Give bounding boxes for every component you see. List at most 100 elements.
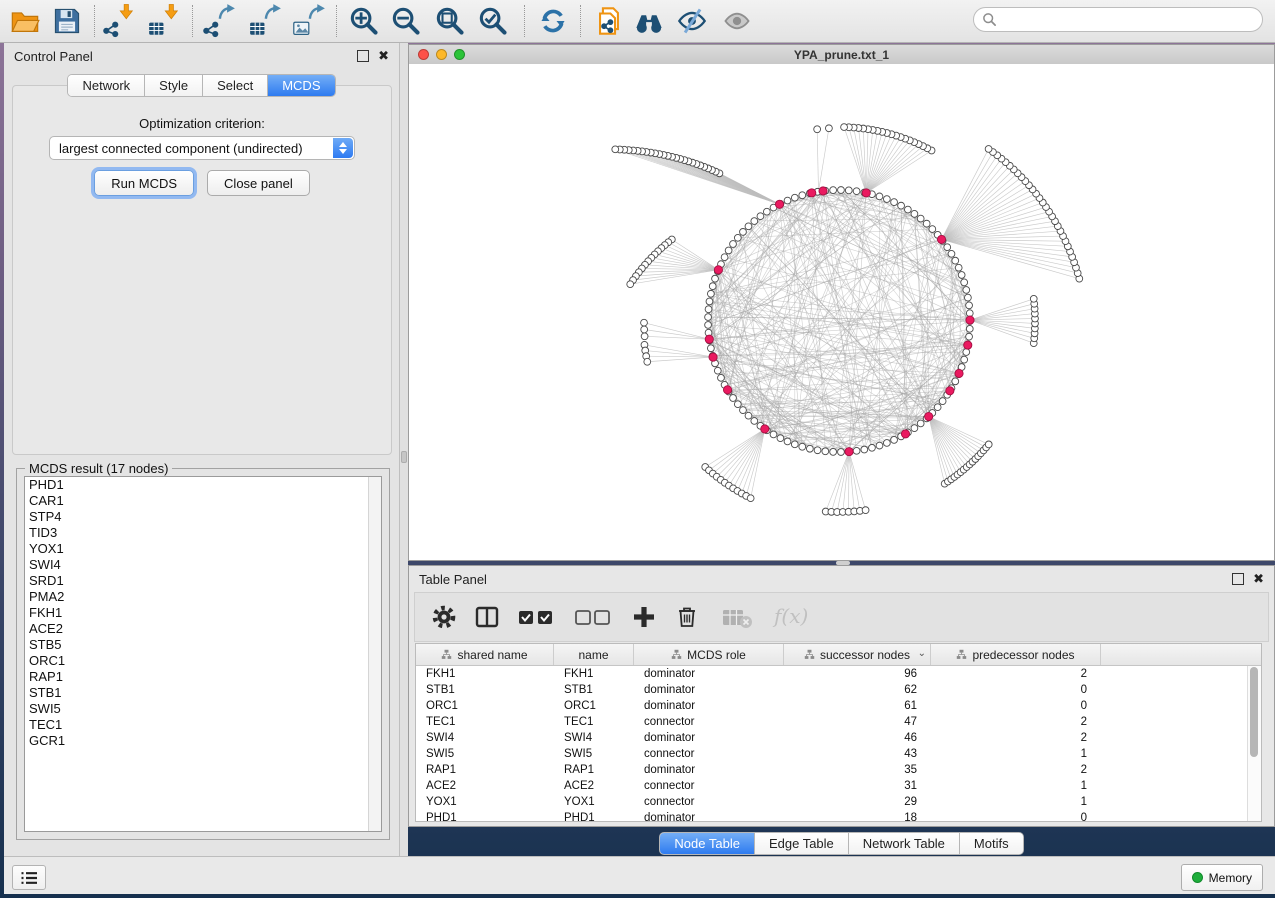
maximize-traffic-light[interactable] xyxy=(454,49,465,60)
zoom-fit-button[interactable] xyxy=(435,6,465,36)
zoom-out-button[interactable] xyxy=(391,6,421,36)
mcds-result-item[interactable]: SWI4 xyxy=(25,557,381,573)
mcds-result-group: MCDS result (17 nodes) PHD1CAR1STP4TID3Y… xyxy=(16,468,390,840)
mcds-result-title: MCDS result (17 nodes) xyxy=(25,461,172,476)
cell-shared_name: RAP1 xyxy=(416,764,554,776)
tab-select[interactable]: Select xyxy=(203,75,268,96)
toolbar-separator xyxy=(580,5,581,37)
mcds-result-item[interactable]: SRD1 xyxy=(25,573,381,589)
run-mcds-button[interactable]: Run MCDS xyxy=(94,170,194,196)
column-header-predecessor-nodes[interactable]: predecessor nodes xyxy=(931,644,1101,665)
cell-shared_name: ORC1 xyxy=(416,700,554,712)
hide-selected-button[interactable] xyxy=(677,6,707,36)
delete-row-button[interactable] xyxy=(674,604,700,630)
mcds-list-scrollbar[interactable] xyxy=(368,477,381,831)
mcds-result-item[interactable]: ORC1 xyxy=(25,653,381,669)
attribute-icon xyxy=(671,649,682,660)
mcds-result-item[interactable]: GCR1 xyxy=(25,733,381,749)
table-row[interactable]: STB1STB1dominator620 xyxy=(416,682,1261,698)
tab-motifs[interactable]: Motifs xyxy=(960,833,1023,854)
vertical-splitter[interactable] xyxy=(400,43,408,856)
cell-successor_nodes: 46 xyxy=(784,732,931,744)
mcds-result-item[interactable]: SWI5 xyxy=(25,701,381,717)
mcds-result-item[interactable]: RAP1 xyxy=(25,669,381,685)
task-history-button[interactable] xyxy=(12,865,46,890)
mcds-result-list[interactable]: PHD1CAR1STP4TID3YOX1SWI4SRD1PMA2FKH1ACE2… xyxy=(24,476,382,832)
import-table-button[interactable] xyxy=(149,6,179,36)
close-icon[interactable]: ✖ xyxy=(1253,574,1264,584)
cell-successor_nodes: 61 xyxy=(784,700,931,712)
tab-network-table[interactable]: Network Table xyxy=(849,833,960,854)
table-row[interactable]: SWI5SWI5connector431 xyxy=(416,746,1261,762)
cell-shared_name: PHD1 xyxy=(416,812,554,822)
table-row[interactable]: FKH1FKH1dominator962 xyxy=(416,666,1261,682)
search-input[interactable] xyxy=(1002,10,1262,30)
mcds-result-item[interactable]: ACE2 xyxy=(25,621,381,637)
mcds-result-item[interactable]: STP4 xyxy=(25,509,381,525)
table-row[interactable]: SWI4SWI4dominator462 xyxy=(416,730,1261,746)
add-row-button[interactable] xyxy=(631,604,657,630)
export-network-button[interactable] xyxy=(204,6,234,36)
show-hidden-button[interactable] xyxy=(722,6,752,36)
close-icon[interactable]: ✖ xyxy=(378,51,389,61)
cell-predecessor_nodes: 0 xyxy=(931,700,1101,712)
mcds-result-item[interactable]: TID3 xyxy=(25,525,381,541)
close-panel-button[interactable]: Close panel xyxy=(207,170,310,196)
mcds-result-item[interactable]: CAR1 xyxy=(25,493,381,509)
mcds-result-item[interactable]: PHD1 xyxy=(25,477,381,493)
select-all-button[interactable] xyxy=(517,604,557,630)
tab-network[interactable]: Network xyxy=(68,75,145,96)
tab-node-table[interactable]: Node Table xyxy=(660,833,755,854)
network-search-field[interactable] xyxy=(973,7,1263,32)
optimization-criterion-select[interactable]: largest connected component (undirected) xyxy=(49,136,355,160)
deselect-all-button[interactable] xyxy=(574,604,614,630)
network-window-titlebar[interactable]: YPA_prune.txt_1 xyxy=(409,45,1274,65)
cell-mcds_role: dominator xyxy=(634,732,784,744)
network-canvas[interactable] xyxy=(409,64,1274,560)
zoom-in-button[interactable] xyxy=(349,6,379,36)
float-window-icon[interactable] xyxy=(1232,573,1244,585)
tab-mcds[interactable]: MCDS xyxy=(268,75,334,96)
mcds-result-item[interactable]: PMA2 xyxy=(25,589,381,605)
zoom-selected-button[interactable] xyxy=(478,6,508,36)
tab-edge-table[interactable]: Edge Table xyxy=(755,833,849,854)
cell-shared_name: SWI4 xyxy=(416,732,554,744)
column-layout-button[interactable] xyxy=(474,604,500,630)
mcds-result-item[interactable]: YOX1 xyxy=(25,541,381,557)
column-header-shared-name[interactable]: shared name xyxy=(416,644,554,665)
column-header-name[interactable]: name xyxy=(554,644,634,665)
close-traffic-light[interactable] xyxy=(418,49,429,60)
table-row[interactable]: ORC1ORC1dominator610 xyxy=(416,698,1261,714)
table-row[interactable]: ACE2ACE2connector311 xyxy=(416,778,1261,794)
float-window-icon[interactable] xyxy=(357,50,369,62)
cell-name: STB1 xyxy=(554,684,634,696)
clone-network-button[interactable] xyxy=(596,6,626,36)
memory-button[interactable]: Memory xyxy=(1181,864,1263,891)
column-header-successor-nodes[interactable]: successor nodes⌄ xyxy=(784,644,931,665)
table-scrollbar[interactable] xyxy=(1247,666,1261,821)
save-button[interactable] xyxy=(52,6,82,36)
cell-shared_name: ACE2 xyxy=(416,780,554,792)
table-scrollbar-thumb[interactable] xyxy=(1250,667,1258,757)
table-tabs: Node TableEdge TableNetwork TableMotifs xyxy=(408,832,1275,855)
import-network-button[interactable] xyxy=(104,6,134,36)
settings-button[interactable] xyxy=(431,604,457,630)
export-table-button[interactable] xyxy=(250,6,280,36)
mcds-result-item[interactable]: STB1 xyxy=(25,685,381,701)
refresh-button[interactable] xyxy=(538,6,568,36)
table-row[interactable]: TEC1TEC1connector472 xyxy=(416,714,1261,730)
export-image-button[interactable] xyxy=(294,6,324,36)
search-network-button[interactable] xyxy=(634,6,664,36)
minimize-traffic-light[interactable] xyxy=(436,49,447,60)
open-folder-button[interactable] xyxy=(10,6,40,36)
mcds-result-item[interactable]: STB5 xyxy=(25,637,381,653)
mcds-result-item[interactable]: FKH1 xyxy=(25,605,381,621)
mcds-result-item[interactable]: TEC1 xyxy=(25,717,381,733)
table-row[interactable]: PHD1PHD1dominator180 xyxy=(416,810,1261,822)
node-table[interactable]: shared namenameMCDS rolesuccessor nodes⌄… xyxy=(415,643,1262,822)
column-header-MCDS-role[interactable]: MCDS role xyxy=(634,644,784,665)
table-row[interactable]: YOX1YOX1connector291 xyxy=(416,794,1261,810)
table-row[interactable]: RAP1RAP1dominator352 xyxy=(416,762,1261,778)
splitter-handle[interactable] xyxy=(401,451,407,463)
tab-style[interactable]: Style xyxy=(145,75,203,96)
